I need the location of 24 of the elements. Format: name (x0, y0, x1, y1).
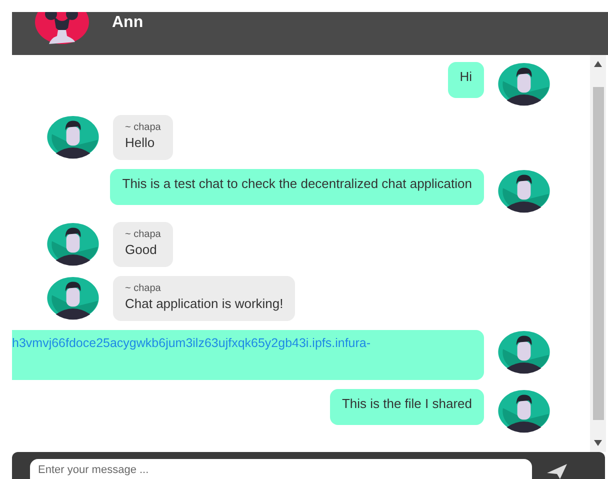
avatar-icon (496, 389, 552, 433)
avatar-icon (45, 276, 101, 320)
contact-avatar-icon (34, 12, 90, 46)
contact-name: Ann (112, 14, 144, 32)
message-bubble: Hi (448, 62, 484, 98)
message-bubble: This is a test chat to check the decentralized chat application (110, 169, 484, 205)
message-text: Hello (125, 134, 156, 152)
avatar-icon (496, 330, 552, 374)
send-icon[interactable] (546, 463, 568, 479)
sender-name: ~ chapa (125, 282, 162, 295)
avatar-icon (496, 62, 552, 106)
message-text: Chat application is working! (125, 295, 284, 313)
avatar-icon (45, 222, 101, 266)
sender-name: ~ chapa (125, 228, 161, 241)
message-bubble: This is the file I shared (330, 389, 484, 425)
scrollbar[interactable] (590, 55, 606, 452)
sender-name: ~ chapa (125, 121, 161, 134)
message-input[interactable]: Enter your message ... (30, 459, 532, 479)
message-text: Good (125, 241, 158, 259)
file-link[interactable]: h3vmvj66fdoce25acygwkb6jum3ilz63ujfxqk65y2gb43i.ipfs.infura- (12, 336, 371, 350)
scroll-up-icon[interactable] (594, 61, 602, 67)
avatar-icon (45, 115, 101, 159)
avatar-icon (496, 169, 552, 213)
scroll-down-icon[interactable] (594, 440, 602, 446)
